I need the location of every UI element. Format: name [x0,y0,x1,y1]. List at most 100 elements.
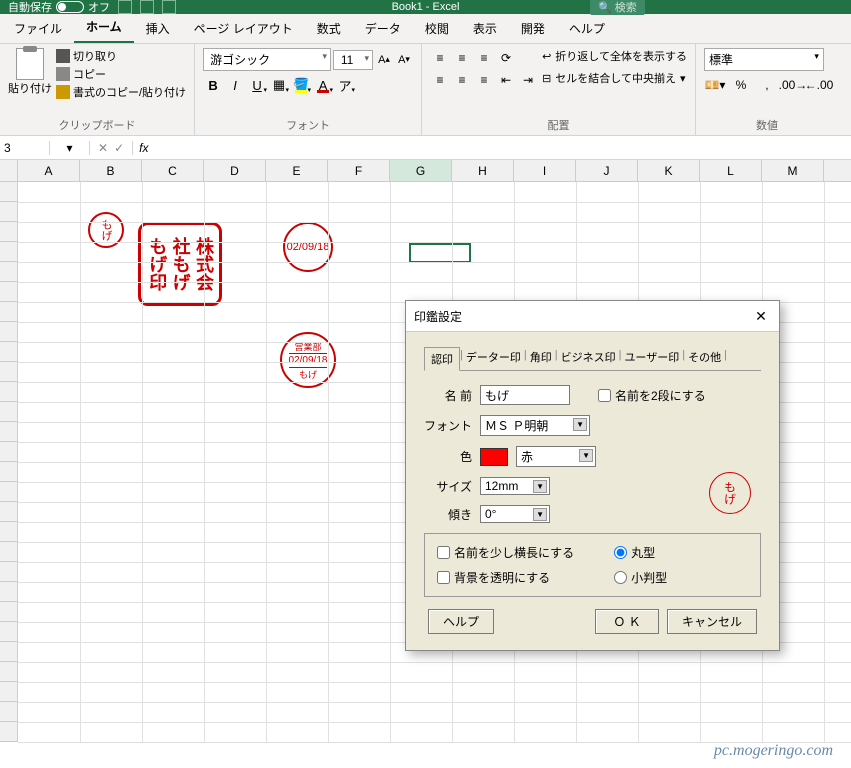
help-button[interactable]: ヘルプ [428,609,494,634]
align-right-button[interactable]: ≡ [474,70,494,90]
round-radio-input[interactable] [614,546,627,559]
stamp-date-round[interactable]: 02/09/18 [283,222,333,272]
name-box[interactable]: 3 [0,141,50,155]
name-input[interactable] [480,385,570,405]
row-header[interactable] [0,282,18,302]
paste-button[interactable]: 貼り付け [8,48,52,115]
font-size-select[interactable]: 11 [333,50,373,70]
dialog-tab-5[interactable]: その他 [686,346,723,370]
row-header[interactable] [0,662,18,682]
row-header[interactable] [0,562,18,582]
transparent-bg-checkbox[interactable]: 背景を透明にする [437,569,574,586]
align-middle-button[interactable]: ≡ [452,48,472,68]
merge-center-button[interactable]: ⊟セルを結合して中央揃え▾ [542,70,687,86]
dialog-tab-1[interactable]: データー印 [464,346,523,370]
increase-indent-button[interactable]: ⇥ [518,70,538,90]
row-header[interactable] [0,502,18,522]
column-header[interactable]: L [700,160,762,181]
redo-icon[interactable] [162,0,176,14]
column-header[interactable]: K [638,160,700,181]
copy-button[interactable]: コピー [56,66,186,82]
dialog-tab-4[interactable]: ユーザー印 [622,346,681,370]
phonetic-button[interactable]: ア [335,75,355,95]
row-header[interactable] [0,322,18,342]
ribbon-tab-4[interactable]: 数式 [305,14,353,43]
column-header[interactable]: F [328,160,390,181]
decrease-font-button[interactable]: A▾ [395,50,413,70]
row-header[interactable] [0,262,18,282]
fill-color-button[interactable]: 🪣 [291,75,311,95]
align-left-button[interactable]: ≡ [430,70,450,90]
ribbon-tab-9[interactable]: ヘルプ [557,14,617,43]
bold-button[interactable]: B [203,75,223,95]
enter-formula-icon[interactable]: ✓ [114,141,124,155]
font-select[interactable]: ＭＳ Ｐ明朝 [480,415,590,436]
two-lines-check-input[interactable] [598,389,611,402]
row-header[interactable] [0,182,18,202]
row-header[interactable] [0,202,18,222]
row-header[interactable] [0,382,18,402]
oval-radio[interactable]: 小判型 [614,569,667,586]
percent-button[interactable]: % [730,75,752,95]
size-select[interactable]: 12mm [480,477,550,495]
decrease-decimal-button[interactable]: ←.00 [808,75,830,95]
underline-button[interactable]: U [247,75,267,95]
font-color-button[interactable]: A [313,75,333,95]
decrease-indent-button[interactable]: ⇤ [496,70,516,90]
accounting-format-button[interactable]: 💴▾ [704,75,726,95]
row-header[interactable] [0,242,18,262]
row-header[interactable] [0,682,18,702]
column-header[interactable]: E [266,160,328,181]
fx-label[interactable]: fx [133,141,154,155]
ribbon-tab-3[interactable]: ページ レイアウト [182,14,305,43]
slightly-wide-input[interactable] [437,546,450,559]
row-header[interactable] [0,362,18,382]
increase-font-button[interactable]: A▴ [375,50,393,70]
oval-radio-input[interactable] [614,571,627,584]
row-header[interactable] [0,402,18,422]
row-header[interactable] [0,602,18,622]
undo-icon[interactable] [140,0,154,14]
ribbon-tab-0[interactable]: ファイル [2,14,74,43]
transparent-bg-input[interactable] [437,571,450,584]
cancel-formula-icon[interactable]: ✕ [98,141,108,155]
row-header[interactable] [0,582,18,602]
column-header[interactable]: C [142,160,204,181]
ribbon-tab-8[interactable]: 開発 [509,14,557,43]
row-header[interactable] [0,342,18,362]
search-box[interactable]: 🔍 検索 [590,0,645,15]
ribbon-tab-2[interactable]: 挿入 [134,14,182,43]
dialog-tab-3[interactable]: ビジネス印 [559,346,618,370]
row-header[interactable] [0,482,18,502]
increase-decimal-button[interactable]: .00→ [782,75,804,95]
column-header[interactable]: I [514,160,576,181]
ribbon-tab-6[interactable]: 校閲 [413,14,461,43]
cut-button[interactable]: 切り取り [56,48,186,64]
column-header[interactable]: M [762,160,824,181]
ribbon-tab-7[interactable]: 表示 [461,14,509,43]
tilt-select[interactable]: 0° [480,505,550,523]
column-header[interactable]: G [390,160,452,181]
align-top-button[interactable]: ≡ [430,48,450,68]
column-header[interactable]: H [452,160,514,181]
number-format-select[interactable]: 標準 [704,48,824,71]
row-header[interactable] [0,642,18,662]
select-all-corner[interactable] [0,160,18,181]
slightly-wide-checkbox[interactable]: 名前を少し横長にする [437,544,574,561]
dialog-tab-0[interactable]: 認印 [424,347,460,371]
format-painter-button[interactable]: 書式のコピー/貼り付け [56,84,186,100]
orientation-button[interactable]: ⟳ [496,48,516,68]
row-header[interactable] [0,622,18,642]
ribbon-tab-5[interactable]: データ [353,14,413,43]
dialog-titlebar[interactable]: 印鑑設定 ✕ [406,301,779,332]
align-bottom-button[interactable]: ≡ [474,48,494,68]
color-select[interactable]: 赤 [516,446,596,467]
cancel-button[interactable]: キャンセル [667,609,757,634]
close-icon[interactable]: ✕ [751,306,771,326]
dialog-tab-2[interactable]: 角印 [528,346,554,370]
row-header[interactable] [0,702,18,722]
row-header[interactable] [0,462,18,482]
border-button[interactable]: ▦ [269,75,289,95]
ok-button[interactable]: Ｏ Ｋ [595,609,659,634]
row-header[interactable] [0,442,18,462]
